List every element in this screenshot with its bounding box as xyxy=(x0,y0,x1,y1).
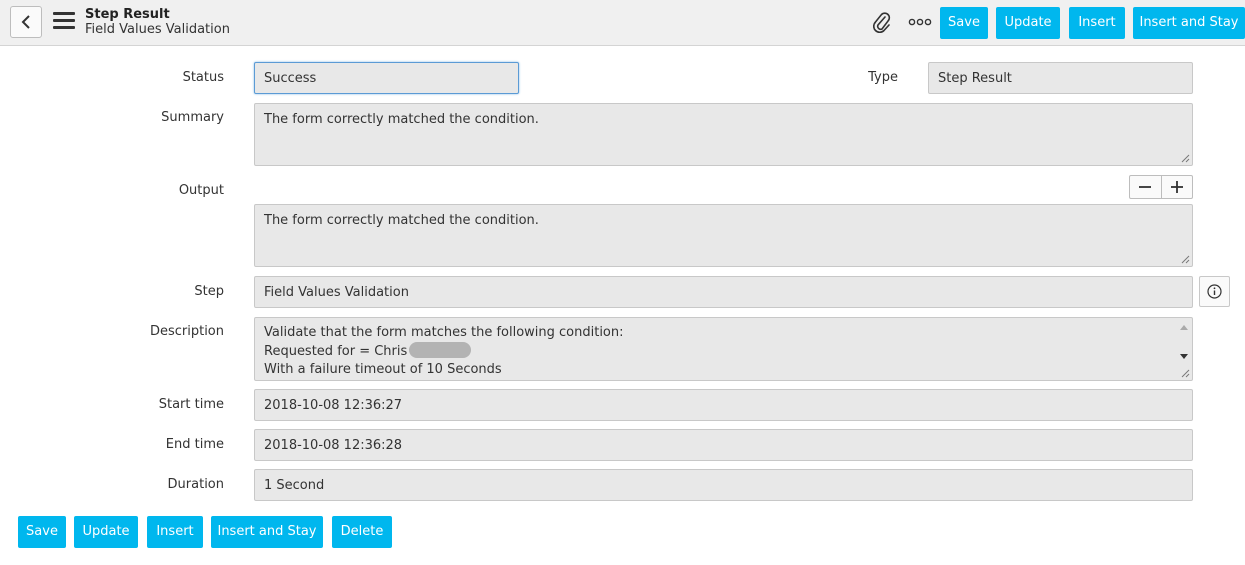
start-time-value: 2018-10-08 12:36:27 xyxy=(264,397,403,413)
status-value: Success xyxy=(264,70,317,86)
form-header: Step Result Field Values Validation Save… xyxy=(0,0,1245,46)
minus-button[interactable] xyxy=(1130,176,1162,198)
footer-update-button[interactable]: Update xyxy=(74,516,138,548)
resize-grip-icon[interactable] xyxy=(1180,153,1190,163)
duration-field[interactable]: 1 Second xyxy=(254,469,1193,501)
minus-icon xyxy=(1139,186,1152,188)
plus-button[interactable] xyxy=(1162,176,1193,198)
form-title: Step Result xyxy=(85,7,170,22)
description-line-2-text: Requested for = Chris xyxy=(264,344,408,359)
duration-value: 1 Second xyxy=(264,477,325,493)
footer-insert-and-stay-button[interactable]: Insert and Stay xyxy=(211,516,323,548)
step-label: Step xyxy=(194,284,224,299)
footer-delete-button[interactable]: Delete xyxy=(332,516,392,548)
type-value: Step Result xyxy=(938,70,1012,86)
end-time-field[interactable]: 2018-10-08 12:36:28 xyxy=(254,429,1193,461)
title-block: Step Result Field Values Validation xyxy=(85,7,230,37)
summary-textarea[interactable]: The form correctly matched the condition… xyxy=(254,103,1193,166)
summary-value: The form correctly matched the condition… xyxy=(264,112,539,127)
paperclip-icon[interactable] xyxy=(873,12,891,34)
header-update-button[interactable]: Update xyxy=(996,7,1060,39)
redacted-name xyxy=(409,342,472,358)
step-info-button[interactable] xyxy=(1199,276,1230,307)
description-scrollbar[interactable] xyxy=(1177,319,1191,367)
plus-icon xyxy=(1170,181,1183,193)
start-time-label: Start time xyxy=(158,397,224,412)
start-time-field[interactable]: 2018-10-08 12:36:27 xyxy=(254,389,1193,421)
chevron-left-icon xyxy=(21,15,30,29)
output-value: The form correctly matched the condition… xyxy=(264,213,539,228)
back-button[interactable] xyxy=(10,6,42,38)
status-field[interactable]: Success xyxy=(254,62,519,94)
status-label: Status xyxy=(182,70,224,85)
output-textarea[interactable]: The form correctly matched the condition… xyxy=(254,204,1193,267)
step-value: Field Values Validation xyxy=(264,284,409,300)
description-line-1: Validate that the form matches the follo… xyxy=(264,325,624,340)
header-insert-button[interactable]: Insert xyxy=(1069,7,1125,39)
step-field[interactable]: Field Values Validation xyxy=(254,276,1193,308)
header-insert-and-stay-button[interactable]: Insert and Stay xyxy=(1133,7,1245,39)
end-time-value: 2018-10-08 12:36:28 xyxy=(264,437,403,453)
summary-label: Summary xyxy=(161,110,224,125)
description-line-3: With a failure timeout of 10 Seconds xyxy=(264,362,502,377)
end-time-label: End time xyxy=(165,437,224,452)
more-options-icon[interactable] xyxy=(908,15,932,29)
footer-save-button[interactable]: Save xyxy=(18,516,66,548)
type-label: Type xyxy=(868,70,898,85)
description-line-2: Requested for = Chris xyxy=(264,342,1183,361)
form-subtitle: Field Values Validation xyxy=(85,22,230,37)
description-textarea[interactable]: Validate that the form matches the follo… xyxy=(254,317,1193,381)
resize-grip-icon[interactable] xyxy=(1180,254,1190,264)
info-icon xyxy=(1207,284,1222,299)
footer-insert-button[interactable]: Insert xyxy=(147,516,203,548)
hamburger-icon[interactable] xyxy=(53,12,75,30)
output-size-controls xyxy=(1129,175,1193,199)
duration-label: Duration xyxy=(167,477,224,492)
description-label: Description xyxy=(149,324,224,339)
output-label: Output xyxy=(178,183,224,198)
type-field[interactable]: Step Result xyxy=(928,62,1193,94)
header-save-button[interactable]: Save xyxy=(940,7,988,39)
resize-grip-icon[interactable] xyxy=(1180,368,1190,378)
